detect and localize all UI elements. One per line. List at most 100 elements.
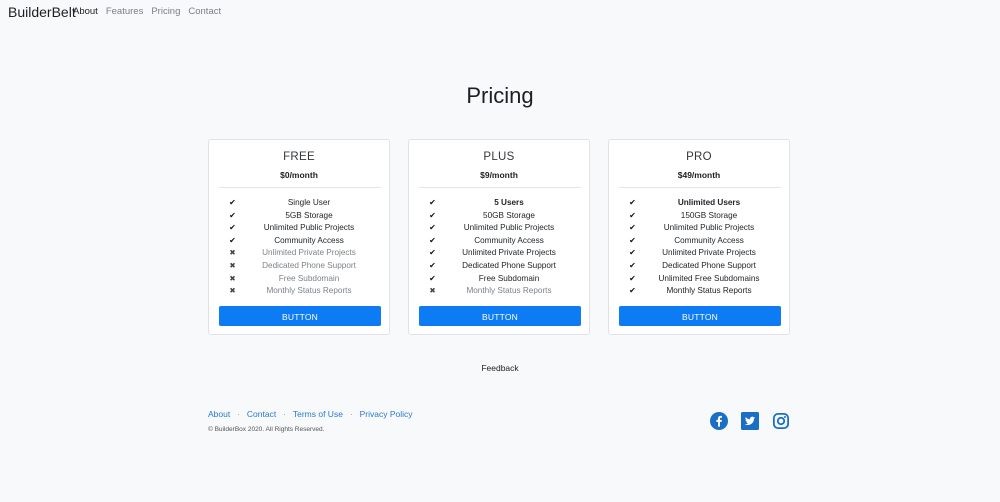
feature-label: Dedicated Phone Support	[462, 260, 556, 270]
feature-item: ✔ Monthly Status Reports	[609, 285, 789, 298]
nav-menu: About Features Pricing Contact	[73, 6, 221, 17]
instagram-icon[interactable]	[772, 412, 790, 430]
feature-item: ✔ Unlimited Private Projects	[609, 247, 789, 260]
feature-label: Community Access	[474, 235, 544, 245]
feature-label: Unlimited Users	[677, 198, 741, 207]
footer-separator: ·	[349, 409, 353, 419]
brand-logo[interactable]: BuilderBelt	[8, 4, 76, 20]
check-icon: ✔	[429, 198, 436, 207]
check-icon: ✔	[429, 260, 436, 270]
nav-link-contact[interactable]: Contact	[188, 6, 221, 17]
feature-list: ✔ 5 Users ✔ 50GB Storage ✔ Unlimited Public P…	[409, 197, 589, 298]
plan-name: PRO	[686, 151, 712, 163]
plan-button-pro[interactable]: BUTTON	[619, 306, 781, 326]
social-links	[710, 412, 790, 430]
feature-item: ✔ Community Access	[409, 235, 589, 248]
feature-item: ✔ Dedicated Phone Support	[609, 260, 789, 273]
feature-item: ✔ Unlimited Public Projects	[609, 222, 789, 235]
feature-item: ✔ Free Subdomain	[409, 273, 589, 286]
feature-label: Dedicated Phone Support	[662, 260, 756, 270]
feature-item: ✔ Unlimited Users	[609, 197, 789, 210]
footer-links: About · Contact · Terms of Use · Privacy…	[208, 409, 413, 419]
page-title: Pricing	[466, 83, 534, 108]
feature-item: ✔ Community Access	[209, 235, 389, 248]
cross-icon: ✖	[429, 286, 436, 296]
nav-link-pricing[interactable]: Pricing	[151, 6, 180, 17]
footer-link-terms[interactable]: Terms of Use	[293, 409, 343, 419]
check-icon: ✔	[629, 223, 636, 233]
feature-label: Community Access	[274, 235, 344, 245]
check-icon: ✔	[229, 235, 236, 245]
divider	[619, 187, 781, 188]
pricing-cards: FREE $0/month ✔ Single User ✔ 5GB Storage ✔ U…	[208, 139, 792, 337]
feature-label: Unlimited Private Projects	[262, 248, 356, 258]
feature-label: Monthly Status Reports	[466, 286, 552, 296]
facebook-icon[interactable]	[710, 412, 728, 430]
feature-label: 50GB Storage	[483, 210, 535, 220]
feature-item: ✖ Free Subdomain	[209, 273, 389, 286]
feature-label: Single User	[287, 198, 331, 207]
feature-label: 5GB Storage	[285, 210, 333, 220]
feature-label: Dedicated Phone Support	[262, 260, 356, 270]
feature-label: Monthly Status Reports	[666, 286, 752, 296]
feature-label: Unlimited Private Projects	[462, 248, 556, 258]
footer-separator: ·	[237, 409, 240, 419]
feature-label: Free Subdomain	[278, 273, 340, 283]
plan-name: FREE	[283, 151, 315, 163]
feature-item: ✔ 50GB Storage	[409, 210, 589, 223]
plan-price: $49/month	[677, 170, 721, 180]
check-icon: ✔	[429, 248, 436, 258]
feature-label: 5 Users	[494, 198, 524, 207]
check-icon: ✔	[429, 210, 436, 220]
feature-item: ✔ 5 Users	[409, 197, 589, 210]
plan-price: $0/month	[280, 170, 318, 180]
nav-link-features[interactable]: Features	[106, 6, 144, 17]
plan-price: $9/month	[480, 170, 518, 180]
feature-item: ✖ Monthly Status Reports	[209, 285, 389, 298]
footer-link-about[interactable]: About	[208, 409, 230, 419]
cross-icon: ✖	[229, 248, 236, 258]
cross-icon: ✖	[229, 273, 236, 283]
check-icon: ✔	[629, 260, 636, 270]
feature-list: ✔ Single User ✔ 5GB Storage ✔ Unlimited Publi…	[209, 197, 389, 298]
feature-label: Unlimited Private Projects	[662, 248, 756, 258]
check-icon: ✔	[629, 210, 636, 220]
feature-item: ✔ Unlimited Private Projects	[409, 247, 589, 260]
feature-item: ✔ Unlimited Public Projects	[409, 222, 589, 235]
footer-link-contact[interactable]: Contact	[247, 409, 276, 419]
plan-card-free: FREE $0/month ✔ Single User ✔ 5GB Storage ✔ U…	[208, 139, 390, 335]
feature-item: ✖ Dedicated Phone Support	[209, 260, 389, 273]
feature-label: Unlimited Public Projects	[663, 223, 755, 233]
check-icon: ✔	[629, 198, 636, 207]
plan-name: PLUS	[483, 151, 515, 163]
check-icon: ✔	[229, 198, 236, 207]
feedback-link[interactable]: Feedback	[0, 363, 1000, 373]
feature-label: Unlimited Public Projects	[263, 223, 355, 233]
feature-list: ✔ Unlimited Users ✔ 150GB Storage ✔ Unlimited…	[609, 197, 789, 298]
feature-item: ✔ 150GB Storage	[609, 210, 789, 223]
check-icon: ✔	[629, 248, 636, 258]
feature-item: ✔ 5GB Storage	[209, 210, 389, 223]
feature-item: ✔ Unlimited Public Projects	[209, 222, 389, 235]
plan-card-plus: PLUS $9/month ✔ 5 Users ✔ 50GB Storage ✔ Unli…	[408, 139, 590, 335]
cross-icon: ✖	[229, 260, 236, 270]
nav-link-about[interactable]: About	[73, 6, 98, 17]
check-icon: ✔	[429, 235, 436, 245]
feature-label: 150GB Storage	[680, 210, 738, 220]
check-icon: ✔	[629, 273, 636, 283]
feature-label: Monthly Status Reports	[266, 286, 352, 296]
check-icon: ✔	[229, 210, 236, 220]
check-icon: ✔	[629, 235, 636, 245]
navbar: BuilderBelt About Features Pricing Conta…	[0, 0, 1000, 22]
feature-item: ✔ Dedicated Phone Support	[409, 260, 589, 273]
twitter-icon[interactable]	[741, 412, 759, 430]
plan-card-pro: PRO $49/month ✔ Unlimited Users ✔ 150GB Sto…	[608, 139, 790, 335]
plan-button-free[interactable]: BUTTON	[219, 306, 381, 326]
plan-button-plus[interactable]: BUTTON	[419, 306, 581, 326]
footer-link-privacy[interactable]: Privacy Policy	[360, 409, 413, 419]
check-icon: ✔	[429, 223, 436, 233]
footer-separator: ·	[283, 409, 286, 419]
feature-label: Unlimited Free Subdomains	[658, 273, 760, 283]
divider	[219, 187, 381, 188]
check-icon: ✔	[229, 223, 236, 233]
